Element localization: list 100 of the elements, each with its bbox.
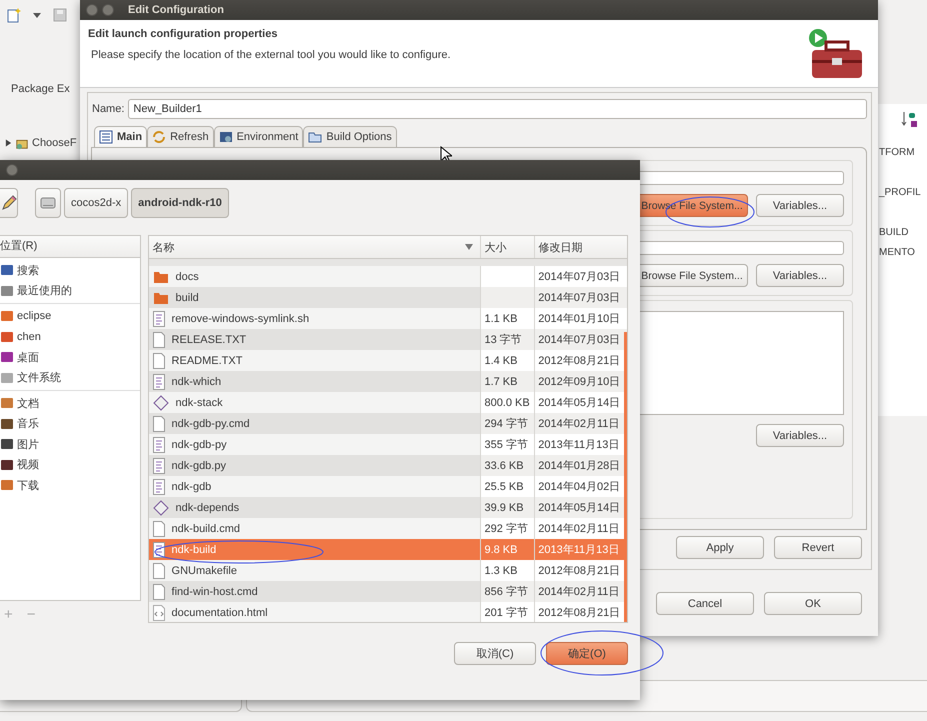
text-file-icon bbox=[152, 436, 165, 452]
file-date: 2014年05月14日 bbox=[538, 501, 620, 515]
file-date: 2014年02月11日 bbox=[538, 585, 620, 599]
file-size: 355 字节 bbox=[484, 438, 528, 452]
name-label: Name: bbox=[92, 103, 124, 115]
tab[interactable]: Environment bbox=[214, 126, 304, 147]
cancel-button[interactable]: 取消(C) bbox=[454, 642, 536, 665]
place-icon bbox=[0, 370, 14, 385]
file-date: 2012年08月21日 bbox=[538, 564, 620, 578]
place-item[interactable]: eclipse bbox=[0, 306, 140, 326]
drive-button[interactable] bbox=[35, 188, 61, 218]
tab[interactable]: Main bbox=[94, 126, 148, 147]
file-name: ndk-gdb-py bbox=[172, 438, 227, 450]
minimize-button[interactable] bbox=[102, 4, 114, 16]
file-size: 294 字节 bbox=[484, 416, 528, 431]
file-name: docs bbox=[176, 270, 199, 282]
apply-button[interactable]: Apply bbox=[676, 536, 764, 559]
file-date: 2012年09月10日 bbox=[538, 375, 620, 389]
file-icon bbox=[152, 520, 165, 536]
column-header[interactable]: 修改日期 bbox=[535, 236, 627, 258]
path-button[interactable]: cocos2d-x bbox=[64, 188, 128, 218]
scrollbar[interactable] bbox=[624, 332, 627, 622]
place-item[interactable]: 视频 bbox=[0, 454, 140, 475]
sort-arrow-icon[interactable] bbox=[464, 243, 474, 251]
place-icon bbox=[0, 284, 14, 298]
place-item[interactable]: 桌面 bbox=[0, 347, 140, 368]
place-icon bbox=[0, 416, 14, 431]
file-name: ndk-which bbox=[172, 376, 222, 388]
place-item[interactable]: 图片 bbox=[0, 434, 140, 454]
folder-icon bbox=[152, 270, 169, 284]
ok-button[interactable]: OK bbox=[764, 592, 862, 615]
close-button[interactable] bbox=[86, 4, 98, 16]
file-size: 33.6 KB bbox=[484, 460, 524, 472]
close-button[interactable] bbox=[6, 164, 18, 176]
place-item[interactable]: chen bbox=[0, 326, 140, 347]
outline-item[interactable]: _PROFIL bbox=[879, 184, 927, 202]
file-name: remove-windows-symlink.sh bbox=[172, 312, 310, 324]
monitor-icon bbox=[218, 130, 233, 144]
file-name: documentation.html bbox=[172, 606, 268, 618]
tab[interactable]: Build Options bbox=[303, 126, 397, 147]
name-field[interactable]: New_Builder1 bbox=[128, 99, 867, 119]
outline-item[interactable]: TFORM bbox=[879, 144, 927, 162]
cancel-button[interactable]: Cancel bbox=[656, 592, 754, 615]
pencil-icon bbox=[0, 195, 16, 211]
text-file-icon bbox=[152, 542, 165, 558]
variables-button[interactable]: Variables... bbox=[756, 194, 844, 217]
edit-location-button[interactable] bbox=[0, 188, 18, 218]
sort-icon[interactable] bbox=[900, 110, 918, 128]
column-header[interactable]: 位置(R) bbox=[0, 236, 140, 258]
file-name: build bbox=[176, 292, 199, 304]
text-file-icon bbox=[152, 310, 165, 326]
place-icon bbox=[0, 478, 14, 492]
save-icon[interactable] bbox=[52, 7, 68, 23]
file-name: ndk-gdb.py bbox=[172, 460, 226, 472]
file-date: 2014年07月03日 bbox=[538, 270, 620, 284]
place-item[interactable]: 音乐 bbox=[0, 414, 140, 434]
place-item[interactable]: 文件系统 bbox=[0, 368, 140, 388]
file-date: 2014年01月28日 bbox=[538, 459, 620, 473]
path-button[interactable]: android-ndk-r10 bbox=[131, 188, 229, 218]
variables-button[interactable]: Variables... bbox=[756, 264, 844, 287]
revert-button[interactable]: Revert bbox=[774, 536, 862, 559]
file-date: 2012年08月21日 bbox=[538, 354, 620, 368]
window-title: Edit Configuration bbox=[128, 4, 224, 16]
file-size: 13 字节 bbox=[484, 332, 522, 347]
place-icon bbox=[0, 309, 14, 324]
file-size: 1.4 KB bbox=[484, 354, 518, 366]
file-size: 800.0 KB bbox=[484, 396, 530, 408]
file-size: 292 字节 bbox=[484, 522, 528, 536]
file-date: 2014年04月02日 bbox=[538, 480, 620, 494]
place-item[interactable]: 下载 bbox=[0, 475, 140, 496]
outline-item[interactable]: MENTO bbox=[879, 244, 927, 262]
code-file-icon bbox=[152, 604, 165, 620]
new-file-icon[interactable] bbox=[6, 7, 22, 23]
place-item[interactable]: 最近使用的 bbox=[0, 280, 140, 301]
outline-item[interactable]: BUILD bbox=[879, 224, 927, 242]
drive-icon bbox=[40, 195, 56, 211]
place-item[interactable]: 文档 bbox=[0, 393, 140, 414]
file-name: ndk-build bbox=[172, 544, 216, 556]
tab[interactable]: Refresh bbox=[147, 126, 214, 147]
column-header[interactable]: 大小 bbox=[481, 236, 536, 258]
text-file-icon bbox=[152, 374, 165, 390]
file-name: ndk-build.cmd bbox=[172, 522, 240, 534]
tree-item-label[interactable]: ChooseF bbox=[32, 137, 77, 149]
ok-button[interactable]: 确定(O) bbox=[546, 642, 628, 665]
file-date: 2014年01月10日 bbox=[538, 312, 620, 326]
file-name: README.TXT bbox=[172, 354, 242, 366]
file-size: 39.9 KB bbox=[484, 502, 524, 514]
place-icon bbox=[0, 458, 14, 472]
file-name: ndk-gdb bbox=[172, 480, 212, 492]
package-explorer-tab[interactable]: Package Ex bbox=[0, 80, 72, 98]
expand-arrow-icon[interactable] bbox=[5, 139, 12, 147]
variables-button[interactable]: Variables... bbox=[756, 424, 844, 447]
dropdown-arrow-icon[interactable] bbox=[32, 10, 42, 20]
place-item[interactable]: 搜索 bbox=[0, 260, 140, 280]
dialog-description: Please specify the location of the external tool you would like to configure. bbox=[90, 49, 451, 61]
column-header[interactable]: 名称 bbox=[148, 236, 482, 258]
dialog-heading: Edit launch configuration properties bbox=[88, 28, 278, 40]
file-date: 2013年11月13日 bbox=[538, 438, 620, 452]
file-name: RELEASE.TXT bbox=[172, 334, 246, 346]
text-file-icon bbox=[152, 478, 165, 494]
